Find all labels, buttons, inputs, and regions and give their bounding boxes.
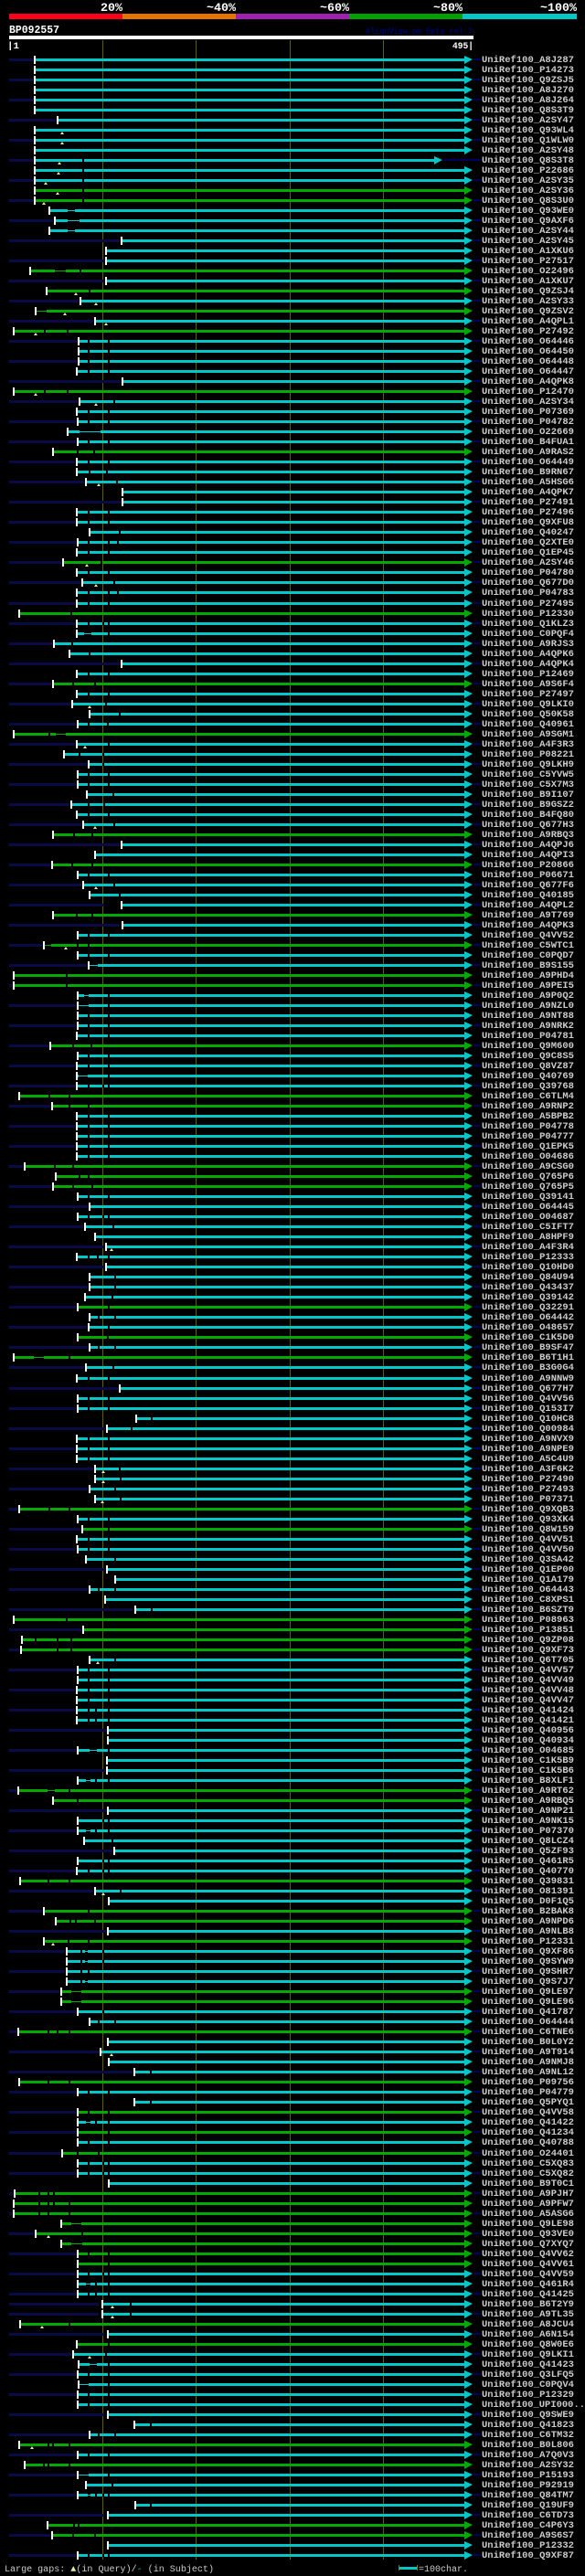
svg-text:~40%: ~40%	[207, 1, 236, 15]
svg-text:UniRef100_B3G0G4: UniRef100_B3G0G4	[482, 1362, 574, 1373]
svg-text:UniRef100_Q40788: UniRef100_Q40788	[482, 2137, 574, 2148]
svg-text:UniRef100_Q9XF87: UniRef100_Q9XF87	[482, 2550, 574, 2561]
svg-text:~100%: ~100%	[540, 1, 577, 15]
svg-text:|1: |1	[7, 41, 19, 52]
svg-text:Large gaps: ▲(in Query)/- (in: Large gaps: ▲(in Query)/- (in Subject)	[5, 2564, 214, 2575]
svg-text:495|: 495|	[452, 41, 473, 52]
svg-text:BP092557: BP092557	[9, 25, 59, 37]
svg-text:UniRef100_P04783: UniRef100_P04783	[482, 588, 574, 599]
svg-text:=100char.: =100char.	[419, 2564, 468, 2575]
svg-text:~80%: ~80%	[433, 1, 463, 15]
svg-text:~60%: ~60%	[320, 1, 349, 15]
svg-text:20%: 20%	[101, 1, 122, 15]
